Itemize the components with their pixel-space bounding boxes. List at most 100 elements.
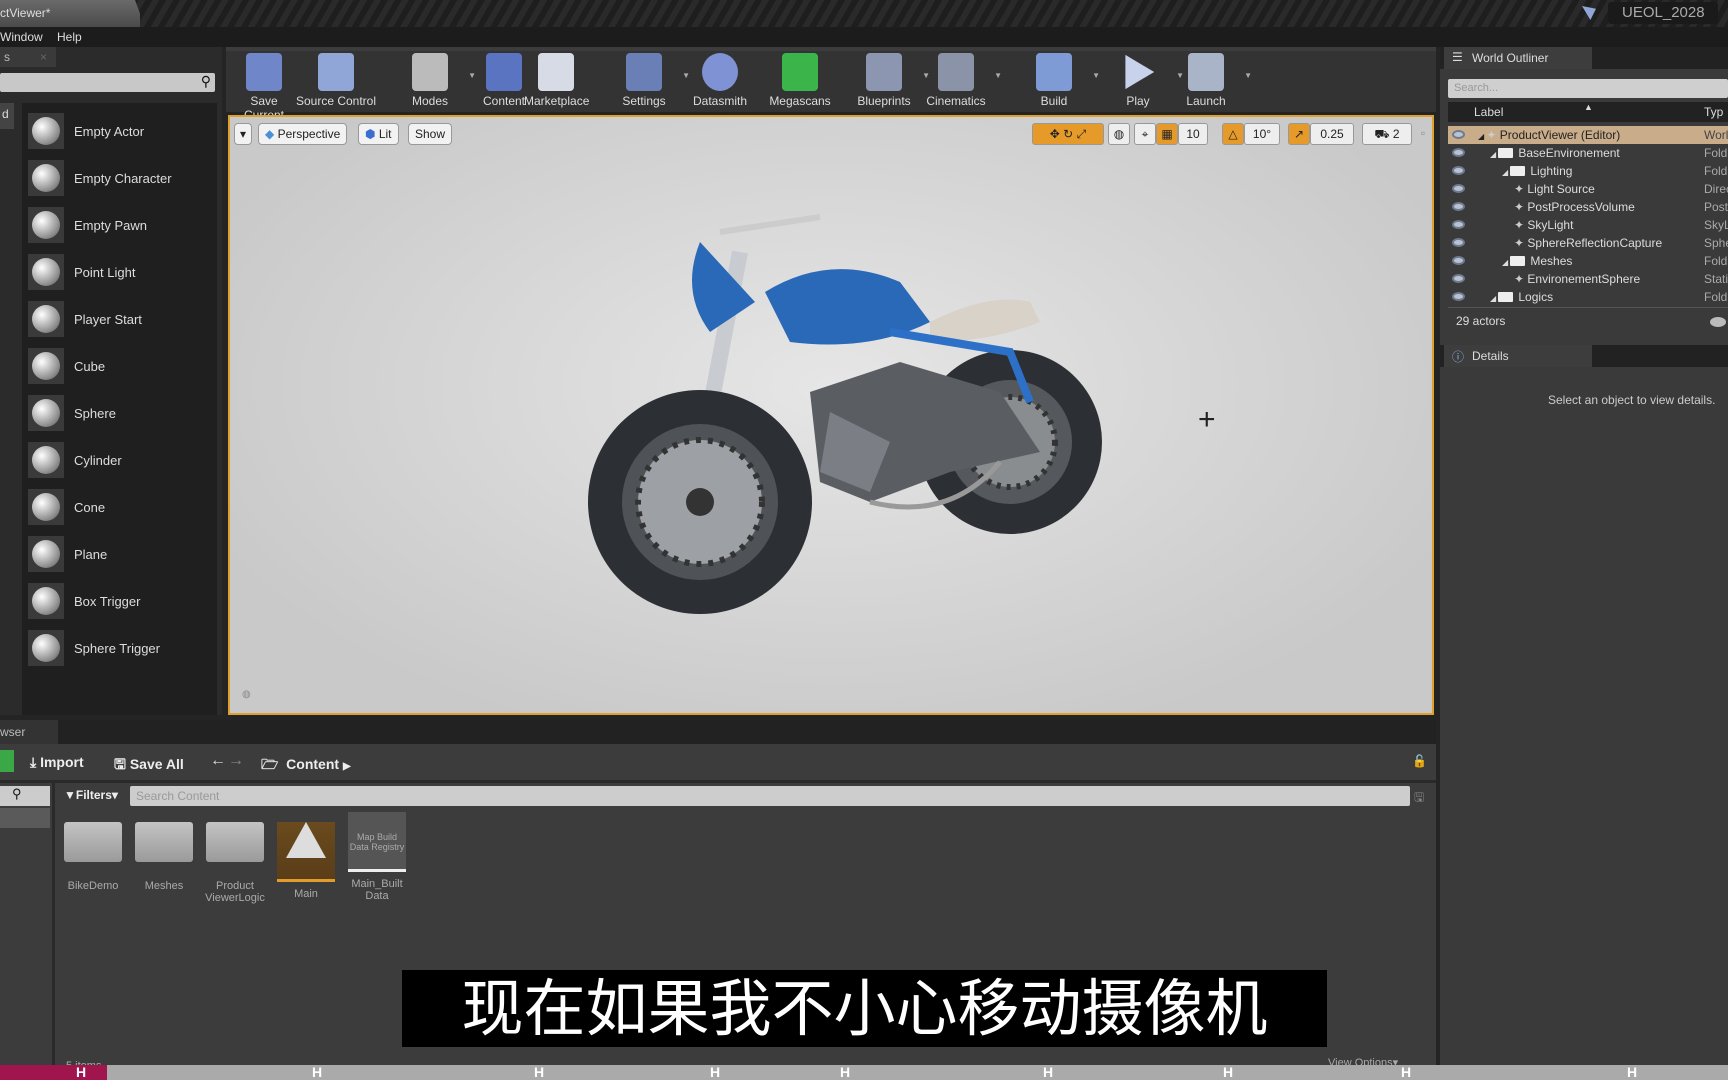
- document-tab[interactable]: ctViewer*: [0, 0, 140, 27]
- transform-mode-buttons[interactable]: ✥ ↻ ⤢: [1032, 123, 1104, 145]
- chapter-marker[interactable]: H: [312, 1065, 322, 1080]
- dropdown-arrow-icon[interactable]: ▼: [1244, 71, 1252, 80]
- camera-speed-button[interactable]: ⛟ 2: [1362, 123, 1412, 145]
- rotation-snap-icon[interactable]: △: [1222, 123, 1244, 145]
- menu-help[interactable]: Help: [57, 30, 82, 44]
- grid-snap-value[interactable]: 10: [1178, 123, 1208, 145]
- scale-snap-icon[interactable]: ↗: [1288, 123, 1310, 145]
- launch-button[interactable]: Launch ▼: [1174, 53, 1252, 108]
- outliner-row[interactable]: ✦ SkyLight SkyL: [1448, 216, 1728, 234]
- outliner-row[interactable]: ◢ Lighting Fold: [1448, 162, 1728, 180]
- play-button[interactable]: Play ▼: [1106, 53, 1184, 108]
- lock-icon[interactable]: 🔓: [1412, 754, 1427, 768]
- world-outliner-tab[interactable]: ☰ World Outliner: [1444, 47, 1592, 69]
- path-breadcrumb[interactable]: 🗁 Content ▶: [261, 754, 351, 778]
- add-new-button[interactable]: [0, 750, 14, 772]
- modes-button[interactable]: Modes ▼: [398, 53, 476, 108]
- sources-search-input[interactable]: ⚲: [0, 786, 50, 806]
- visibility-eye-icon[interactable]: [1452, 130, 1465, 139]
- outliner-row[interactable]: ✦ Light Source Direc: [1448, 180, 1728, 198]
- dropdown-arrow-icon[interactable]: ▼: [1092, 71, 1100, 80]
- import-button[interactable]: ⤓ Import: [30, 754, 84, 771]
- chapter-marker[interactable]: H: [1043, 1065, 1053, 1080]
- asset-folder[interactable]: Meshes: [133, 812, 195, 892]
- filters-button[interactable]: ▼Filters▾: [64, 788, 118, 802]
- dropdown-arrow-icon[interactable]: ▼: [994, 71, 1002, 80]
- expand-arrow-icon[interactable]: ◢: [1490, 294, 1498, 303]
- visibility-eye-icon[interactable]: [1452, 238, 1465, 247]
- settings-button[interactable]: Settings ▼: [612, 53, 690, 108]
- view-options-eye-icon[interactable]: [1710, 317, 1726, 327]
- rotation-snap-value[interactable]: 10°: [1244, 123, 1280, 145]
- visibility-eye-icon[interactable]: [1452, 274, 1465, 283]
- forward-button[interactable]: →: [228, 752, 244, 770]
- close-icon[interactable]: ×: [40, 50, 47, 64]
- chapter-marker[interactable]: H: [534, 1065, 544, 1080]
- viewport-options-button[interactable]: ▾: [234, 123, 253, 145]
- place-item[interactable]: Point Light: [28, 252, 213, 292]
- chapter-marker[interactable]: H: [710, 1065, 720, 1080]
- outliner-row[interactable]: ◢ BaseEnvironement Fold: [1448, 144, 1728, 162]
- details-tab[interactable]: ⓘ Details: [1444, 345, 1592, 367]
- visibility-eye-icon[interactable]: [1452, 166, 1465, 175]
- place-item[interactable]: Sphere: [28, 393, 213, 433]
- asset-registry[interactable]: Map Build Data Registry Main_Built Data: [346, 812, 408, 902]
- place-item[interactable]: Cone: [28, 487, 213, 527]
- asset-folder[interactable]: Product ViewerLogic: [204, 812, 266, 904]
- outliner-row[interactable]: ◢ Logics Fold: [1448, 288, 1728, 306]
- visibility-eye-icon[interactable]: [1452, 256, 1465, 265]
- save-current-button[interactable]: Save Current: [232, 53, 296, 122]
- back-button[interactable]: ←: [210, 752, 226, 770]
- menu-window[interactable]: Window: [0, 30, 43, 44]
- type-column-header[interactable]: Typ: [1704, 105, 1723, 119]
- outliner-row[interactable]: ◢ Meshes Fold: [1448, 252, 1728, 270]
- maximize-viewport-icon[interactable]: ▫: [1416, 123, 1430, 145]
- category-tab[interactable]: d: [0, 103, 14, 129]
- place-item[interactable]: Empty Character: [28, 158, 213, 198]
- place-item[interactable]: Cube: [28, 346, 213, 386]
- place-item[interactable]: Sphere Trigger: [28, 628, 213, 668]
- content-browser-tab[interactable]: wser: [0, 720, 58, 744]
- outliner-row[interactable]: ✦ PostProcessVolume Post: [1448, 198, 1728, 216]
- visibility-eye-icon[interactable]: [1452, 220, 1465, 229]
- grid-snap-icon[interactable]: ▦: [1156, 123, 1178, 145]
- expand-arrow-icon[interactable]: ◢: [1502, 258, 1510, 267]
- cinematics-button[interactable]: Cinematics ▼: [924, 53, 1002, 108]
- visibility-eye-icon[interactable]: [1452, 184, 1465, 193]
- outliner-row[interactable]: ◢ ✦ ProductViewer (Editor) Worl: [1448, 126, 1728, 144]
- place-item[interactable]: Empty Pawn: [28, 205, 213, 245]
- content-search-input[interactable]: Search Content: [130, 786, 1410, 806]
- world-local-icon[interactable]: ◍: [1108, 123, 1130, 145]
- chapter-marker[interactable]: H: [76, 1065, 86, 1080]
- outliner-search-input[interactable]: Search...: [1448, 79, 1728, 98]
- expand-arrow-icon[interactable]: ◢: [1490, 150, 1498, 159]
- place-item[interactable]: Cylinder: [28, 440, 213, 480]
- visibility-eye-icon[interactable]: [1452, 148, 1465, 157]
- save-all-button[interactable]: 🖫 Save All: [114, 754, 184, 778]
- place-item[interactable]: Player Start: [28, 299, 213, 339]
- asset-map[interactable]: Main: [275, 812, 337, 900]
- blueprints-button[interactable]: Blueprints ▼: [852, 53, 930, 108]
- show-button[interactable]: Show: [408, 123, 453, 145]
- place-search-input[interactable]: ⚲: [0, 73, 215, 92]
- build-button[interactable]: Build ▼: [1022, 53, 1100, 108]
- scale-snap-value[interactable]: 0.25: [1310, 123, 1354, 145]
- visibility-eye-icon[interactable]: [1452, 292, 1465, 301]
- level-viewport[interactable]: ▾ ◆ Perspective ⬢ Lit Show ✥ ↻ ⤢ ◍ ⌖ ▦ 1…: [228, 115, 1434, 715]
- asset-folder[interactable]: BikeDemo: [62, 812, 124, 892]
- source-control-button[interactable]: Source Control: [292, 53, 380, 108]
- marketplace-button[interactable]: Marketplace: [524, 53, 589, 108]
- chapter-marker[interactable]: H: [1223, 1065, 1233, 1080]
- place-item[interactable]: Plane: [28, 534, 213, 574]
- place-tab[interactable]: s ×: [0, 47, 56, 67]
- datasmith-button[interactable]: Datasmith: [688, 53, 752, 108]
- view-options-button[interactable]: View Options▾: [1328, 1056, 1398, 1065]
- place-item[interactable]: Empty Actor: [28, 111, 213, 151]
- label-column-header[interactable]: Label: [1474, 105, 1503, 119]
- video-progress-bar[interactable]: H H H H H H H H H: [0, 1065, 1728, 1080]
- chapter-marker[interactable]: H: [1627, 1065, 1637, 1080]
- megascans-button[interactable]: Megascans: [768, 53, 832, 108]
- sources-selected-row[interactable]: [0, 808, 50, 828]
- save-search-icon[interactable]: 🖫: [1414, 788, 1424, 809]
- lit-button[interactable]: ⬢ Lit: [358, 123, 399, 145]
